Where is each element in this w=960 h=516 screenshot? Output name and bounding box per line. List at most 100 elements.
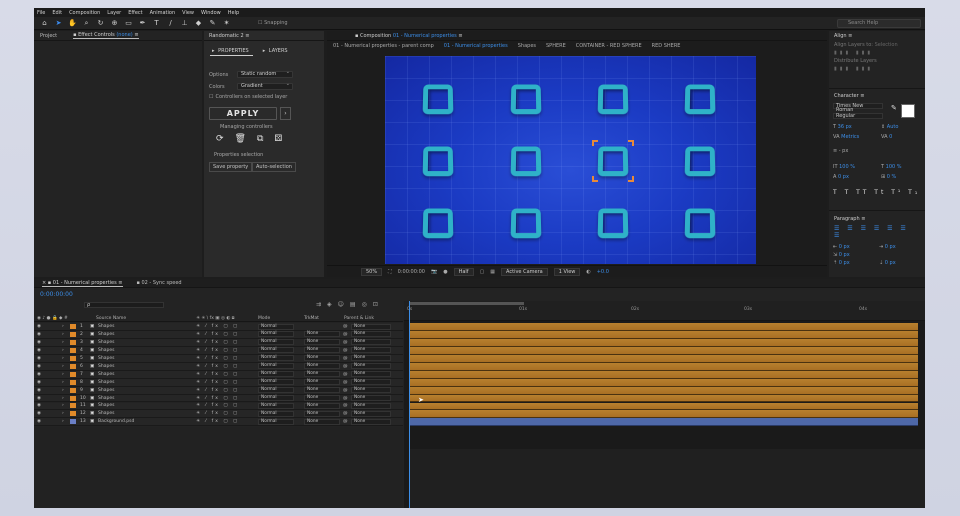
pickwhip-icon[interactable]: @ (343, 356, 348, 361)
layer-switches[interactable]: ☀ ⁄ fx ▢ ▢ (196, 324, 254, 329)
composition-viewport[interactable] (385, 56, 756, 264)
indent-first-row[interactable]: ⇲ 0 px (833, 252, 850, 258)
shape-square[interactable] (422, 84, 454, 115)
menu-item-edit[interactable]: Edit (52, 10, 62, 16)
mode-dropdown[interactable]: Normal (258, 418, 294, 425)
layer-row[interactable]: ◉ › 10 ▣ Shapes ☀ ⁄ fx ▢ ▢ Normal None @ None (34, 394, 403, 403)
indent-left-value[interactable]: 0 px (839, 244, 850, 250)
stroke-width-value[interactable]: - px (839, 148, 849, 154)
layer-row[interactable]: ◉ › 6 ▣ Shapes ☀ ⁄ fx ▢ ▢ Normal None @ None (34, 362, 403, 371)
distribute-buttons[interactable]: ▮▮▮ ▮▮▮ (829, 65, 925, 73)
view-layout-dropdown[interactable]: 1 View (553, 267, 581, 276)
expand-arrow-icon[interactable]: › (62, 419, 68, 424)
mode-dropdown[interactable]: Normal (258, 363, 294, 370)
exposure-icon[interactable]: ◐ (586, 269, 590, 275)
parent-dropdown[interactable]: None (351, 347, 391, 354)
shy-icon[interactable]: ☺ (338, 301, 344, 308)
layer-name[interactable]: Shapes (98, 380, 196, 385)
layer-switches[interactable]: ☀ ⁄ fx ▢ ▢ (196, 403, 254, 408)
pickwhip-icon[interactable]: @ (343, 332, 348, 337)
font-style-dropdown[interactable]: Regular (833, 113, 883, 119)
save-property-button[interactable]: Save property (209, 162, 253, 172)
indent-left-row[interactable]: ⇤ 0 px (833, 244, 850, 250)
baseline-value[interactable]: 0 px (838, 174, 849, 180)
orbit-tool-icon[interactable]: ↻ (96, 19, 105, 27)
visibility-icon[interactable]: ◉ (34, 388, 62, 393)
layer-duration-bar[interactable] (409, 330, 918, 339)
camera-dropdown[interactable]: Active Camera (501, 267, 548, 276)
tab-project[interactable]: Project (40, 33, 57, 39)
pickwhip-icon[interactable]: @ (343, 380, 348, 385)
layer-switches[interactable]: ☀ ⁄ fx ▢ ▢ (196, 411, 254, 416)
layer-row[interactable]: ◉ › 8 ▣ Shapes ☀ ⁄ fx ▢ ▢ Normal None @ None (34, 378, 403, 387)
parent-dropdown[interactable]: None (351, 371, 391, 378)
rectangle-tool-icon[interactable]: ▭ (124, 19, 133, 27)
text-style-buttons[interactable]: T T TT Tt T¹ T₁ (833, 189, 920, 196)
shape-square[interactable] (510, 208, 542, 239)
exposure-value[interactable]: +0.0 (597, 269, 609, 275)
parent-header[interactable]: Parent & Link (344, 316, 374, 321)
controllers-checkbox[interactable]: ☐ (209, 94, 213, 100)
layer-switches[interactable]: ☀ ⁄ fx ▢ ▢ (196, 364, 254, 369)
eyedropper-icon[interactable]: ✎ (891, 104, 897, 112)
auto-selection-button[interactable]: Auto-selection (252, 162, 296, 172)
pickwhip-icon[interactable]: @ (343, 324, 348, 329)
layer-duration-bar[interactable] (409, 346, 918, 355)
parent-dropdown[interactable]: None (351, 339, 391, 346)
trkmat-dropdown[interactable]: None (304, 418, 340, 425)
trkmat-dropdown[interactable]: None (304, 355, 340, 362)
draft-3d-icon[interactable]: ◈ (327, 301, 332, 308)
expand-arrow-icon[interactable]: › (62, 396, 68, 401)
visibility-icon[interactable]: ◉ (34, 372, 62, 377)
mode-dropdown[interactable]: Normal (258, 379, 294, 386)
trkmat-dropdown[interactable]: None (304, 379, 340, 386)
timeline-tab-1[interactable]: × ▪ 01 - Numerical properties ≡ (42, 280, 123, 287)
layer-duration-bar[interactable] (409, 402, 918, 411)
indent-right-value[interactable]: 0 px (885, 244, 896, 250)
visibility-icon[interactable]: ◉ (34, 348, 62, 353)
layer-row[interactable]: ◉ › 1 ▣ Shapes ☀ ⁄ fx ▢ ▢ Normal @ None (34, 323, 403, 331)
apply-button[interactable]: APPLY (209, 107, 277, 120)
breadcrumb-item[interactable]: 01 - Numerical properties (444, 43, 508, 49)
color-icon[interactable]: ● (443, 269, 447, 275)
tab-properties[interactable]: ▸ PROPERTIES (210, 47, 253, 56)
parent-dropdown[interactable]: None (351, 323, 391, 330)
breadcrumb-item[interactable]: Shapes (518, 43, 536, 49)
shape-square[interactable] (510, 84, 542, 115)
leading-value[interactable]: Auto (887, 124, 899, 130)
layer-switches[interactable]: ☀ ⁄ fx ▢ ▢ (196, 340, 254, 345)
parent-dropdown[interactable]: None (351, 387, 391, 394)
trash-icon[interactable]: 🗑 (235, 134, 246, 144)
layer-row[interactable]: ◉ › 13 ▣ Background.psd ☀ ⁄ fx ▢ ▢ Normal None @… (34, 418, 403, 427)
menu-item-effect[interactable]: Effect (128, 10, 142, 16)
trkmat-dropdown[interactable]: None (304, 339, 340, 346)
trkmat-dropdown[interactable]: None (304, 403, 340, 409)
menu-item-window[interactable]: Window (201, 10, 221, 16)
menu-item-view[interactable]: View (182, 10, 194, 16)
layer-duration-bar[interactable] (409, 410, 918, 419)
trkmat-header[interactable]: TrkMat (304, 316, 344, 321)
pickwhip-icon[interactable]: @ (343, 348, 348, 353)
visibility-icon[interactable]: ◉ (34, 403, 62, 408)
layer-duration-bar[interactable] (409, 338, 918, 347)
frame-blend-icon[interactable]: ▤ (350, 301, 356, 308)
pickwhip-icon[interactable]: @ (343, 364, 348, 369)
vertical-scale-row[interactable]: IT 100 % (833, 164, 855, 170)
mode-dropdown[interactable]: Normal (258, 323, 294, 330)
parent-dropdown[interactable]: None (351, 403, 391, 409)
layer-switches[interactable]: ☀ ⁄ fx ▢ ▢ (196, 396, 254, 401)
parent-dropdown[interactable]: None (351, 355, 391, 362)
shape-square[interactable] (684, 146, 716, 177)
pickwhip-icon[interactable]: @ (343, 411, 348, 416)
trkmat-dropdown[interactable]: None (304, 395, 340, 402)
layer-row[interactable]: ◉ › 9 ▣ Shapes ☀ ⁄ fx ▢ ▢ Normal None @ None (34, 386, 403, 395)
visibility-icon[interactable]: ◉ (34, 411, 62, 416)
kerning-value[interactable]: Metrics (841, 134, 859, 140)
pickwhip-icon[interactable]: @ (343, 340, 348, 345)
expand-arrow-icon[interactable]: › (62, 411, 68, 416)
vertical-scale-value[interactable]: 100 % (839, 164, 855, 170)
expand-arrow-icon[interactable]: › (62, 356, 68, 361)
options-dropdown[interactable]: Static random (237, 70, 293, 78)
expand-arrow-icon[interactable]: › (62, 388, 68, 393)
visibility-icon[interactable]: ◉ (34, 396, 62, 401)
